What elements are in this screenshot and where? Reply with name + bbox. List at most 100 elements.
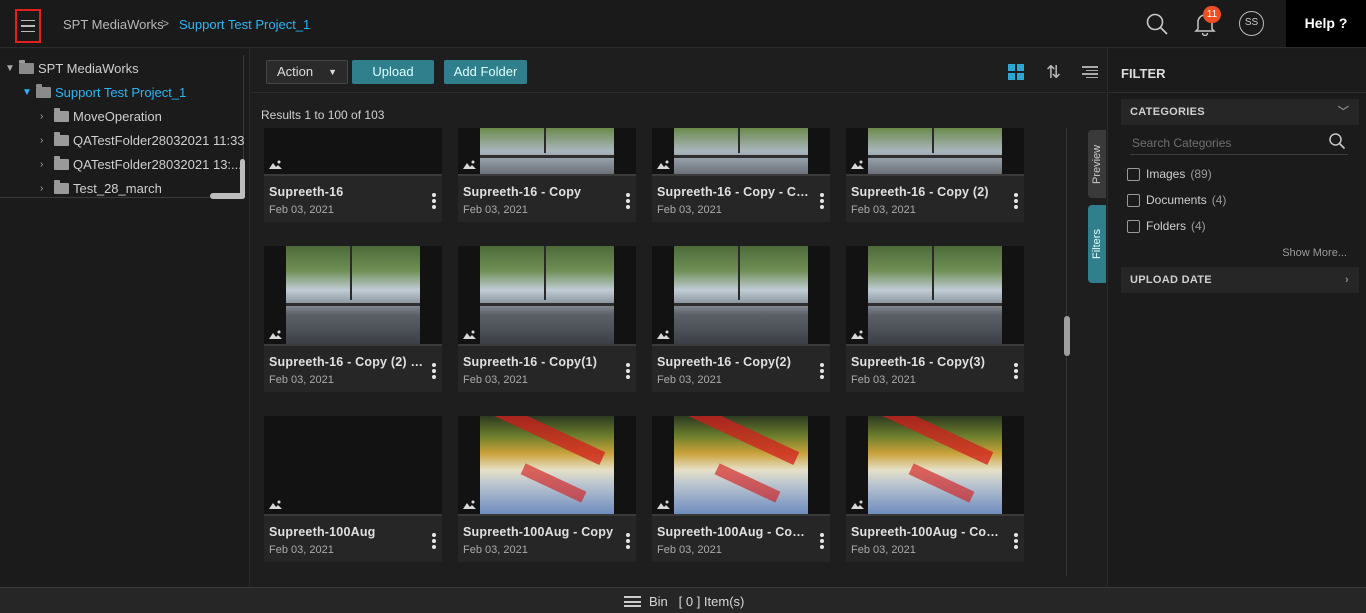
hamburger-menu-icon[interactable] xyxy=(15,9,41,43)
more-options-icon[interactable] xyxy=(432,533,436,549)
asset-thumbnail[interactable] xyxy=(264,246,442,344)
asset-card[interactable]: Supreeth-16 Feb 03, 2021 xyxy=(264,128,442,222)
asset-card[interactable]: Supreeth-16 - Copy(3) Feb 03, 2021 xyxy=(846,246,1024,392)
tree-item-qatestfolder-13[interactable]: › QATestFolder28032021 13:... xyxy=(40,154,242,174)
more-options-icon[interactable] xyxy=(626,363,630,379)
asset-card[interactable]: Supreeth-100Aug - Copy Feb 03, 2021 xyxy=(458,416,636,562)
asset-date: Feb 03, 2021 xyxy=(657,374,722,386)
search-icon[interactable] xyxy=(1145,12,1169,36)
list-view-icon[interactable] xyxy=(1082,66,1098,78)
asset-card[interactable]: Supreeth-16 - Copy (2) Feb 03, 2021 xyxy=(846,128,1024,222)
tree-horizontal-scrollbar[interactable] xyxy=(210,193,245,199)
more-options-icon[interactable] xyxy=(626,533,630,549)
checkbox[interactable] xyxy=(1127,193,1140,207)
asset-title[interactable]: Supreeth-16 - Copy xyxy=(458,176,618,202)
asset-card[interactable]: Supreeth-16 - Copy - Cop... Feb 03, 2021 xyxy=(652,128,830,222)
asset-title[interactable]: Supreeth-16 - Copy(3) xyxy=(846,346,1006,372)
show-more-link[interactable]: Show More... xyxy=(1282,247,1347,259)
asset-card[interactable]: Supreeth-16 - Copy(2) Feb 03, 2021 xyxy=(652,246,830,392)
help-button[interactable]: Help ? xyxy=(1286,0,1366,47)
more-options-icon[interactable] xyxy=(1014,533,1018,549)
asset-title[interactable]: Supreeth-100Aug - Copy xyxy=(458,516,618,542)
checkbox[interactable] xyxy=(1127,167,1140,181)
asset-thumbnail[interactable] xyxy=(458,128,636,174)
action-dropdown[interactable]: Action ▼ xyxy=(266,60,348,84)
more-options-icon[interactable] xyxy=(820,533,824,549)
caret-right-icon[interactable]: › xyxy=(40,183,52,194)
tree-item-project[interactable]: ▼ Support Test Project_1 xyxy=(22,82,186,102)
asset-date: Feb 03, 2021 xyxy=(851,204,916,216)
breadcrumb-root[interactable]: SPT MediaWorks xyxy=(63,17,164,32)
asset-title[interactable]: Supreeth-16 - Copy(2) xyxy=(652,346,812,372)
caret-right-icon[interactable]: › xyxy=(40,111,52,122)
upload-date-label: UPLOAD DATE xyxy=(1130,274,1212,286)
more-options-icon[interactable] xyxy=(432,363,436,379)
asset-thumbnail[interactable] xyxy=(458,416,636,514)
avatar[interactable]: SS xyxy=(1239,11,1264,36)
asset-thumbnail[interactable] xyxy=(264,416,442,514)
thumbnail-image xyxy=(480,128,614,174)
caret-down-icon[interactable]: ▼ xyxy=(5,63,17,74)
caret-right-icon[interactable]: › xyxy=(40,135,52,146)
asset-card[interactable]: Supreeth-16 - Copy(1) Feb 03, 2021 xyxy=(458,246,636,392)
tree-item-label: MoveOperation xyxy=(73,108,162,124)
tree-item-root[interactable]: ▼ SPT MediaWorks xyxy=(5,58,139,78)
sort-icon[interactable]: ⇅ xyxy=(1046,62,1064,82)
tree-item-test-28-march[interactable]: › Test_28_march xyxy=(40,178,162,198)
grid-view-icon[interactable] xyxy=(1008,64,1024,80)
checkbox[interactable] xyxy=(1127,219,1140,233)
asset-title[interactable]: Supreeth-16 xyxy=(264,176,424,202)
tree-item-moveoperation[interactable]: › MoveOperation xyxy=(40,106,162,126)
more-options-icon[interactable] xyxy=(1014,363,1018,379)
asset-thumbnail[interactable] xyxy=(652,416,830,514)
asset-title[interactable]: Supreeth-16 - Copy (2) - ... xyxy=(264,346,424,372)
asset-card[interactable]: Supreeth-100Aug - Copy ... Feb 03, 2021 xyxy=(652,416,830,562)
bin-label: Bin [ 0 ] Item(s) xyxy=(649,594,744,609)
tab-preview[interactable]: Preview xyxy=(1088,130,1106,198)
asset-title[interactable]: Supreeth-100Aug - Copy ... xyxy=(846,516,1006,542)
asset-thumbnail[interactable] xyxy=(458,246,636,344)
asset-title[interactable]: Supreeth-100Aug - Copy ... xyxy=(652,516,812,542)
more-options-icon[interactable] xyxy=(432,193,436,209)
asset-title[interactable]: Supreeth-16 - Copy (2) xyxy=(846,176,1006,202)
top-bar: SPT MediaWorks > Support Test Project_1 … xyxy=(0,0,1366,48)
thumbnail-image xyxy=(674,128,808,174)
asset-title[interactable]: Supreeth-16 - Copy(1) xyxy=(458,346,618,372)
asset-card[interactable]: Supreeth-16 - Copy Feb 03, 2021 xyxy=(458,128,636,222)
upload-button[interactable]: Upload xyxy=(352,60,434,84)
bin-bar[interactable]: Bin [ 0 ] Item(s) xyxy=(0,587,1366,613)
asset-thumbnail[interactable] xyxy=(846,128,1024,174)
more-options-icon[interactable] xyxy=(820,363,824,379)
asset-thumbnail[interactable] xyxy=(846,246,1024,344)
category-folders[interactable]: Folders (4) xyxy=(1127,218,1206,234)
categories-section-header[interactable]: CATEGORIES ﹀ xyxy=(1121,99,1359,125)
tree-item-label: Test_28_march xyxy=(73,180,162,196)
caret-down-icon: ▼ xyxy=(328,67,337,77)
category-images[interactable]: Images (89) xyxy=(1127,166,1212,182)
asset-thumbnail[interactable] xyxy=(846,416,1024,514)
category-search-input[interactable]: Search Categories xyxy=(1130,131,1348,155)
more-options-icon[interactable] xyxy=(1014,193,1018,209)
asset-title[interactable]: Supreeth-16 - Copy - Cop... xyxy=(652,176,812,202)
image-type-icon xyxy=(657,160,670,169)
asset-title[interactable]: Supreeth-100Aug xyxy=(264,516,424,542)
category-documents[interactable]: Documents (4) xyxy=(1127,192,1226,208)
upload-date-section-header[interactable]: UPLOAD DATE › xyxy=(1121,267,1359,293)
asset-thumbnail[interactable] xyxy=(652,246,830,344)
caret-right-icon[interactable]: › xyxy=(40,159,52,170)
asset-card[interactable]: Supreeth-100Aug Feb 03, 2021 xyxy=(264,416,442,562)
more-options-icon[interactable] xyxy=(626,193,630,209)
asset-thumbnail[interactable] xyxy=(652,128,830,174)
hamburger-icon[interactable] xyxy=(624,596,641,607)
add-folder-button[interactable]: Add Folder xyxy=(444,60,527,84)
asset-card[interactable]: Supreeth-16 - Copy (2) - ... Feb 03, 2021 xyxy=(264,246,442,392)
tab-filters[interactable]: Filters xyxy=(1088,205,1106,283)
caret-down-icon[interactable]: ▼ xyxy=(22,87,34,98)
asset-card[interactable]: Supreeth-100Aug - Copy ... Feb 03, 2021 xyxy=(846,416,1024,562)
asset-thumbnail[interactable] xyxy=(264,128,442,174)
grid-scrollbar[interactable] xyxy=(1064,316,1070,356)
tree-item-qatestfolder-1133[interactable]: › QATestFolder28032021 11:33 xyxy=(40,130,245,150)
more-options-icon[interactable] xyxy=(820,193,824,209)
search-icon[interactable] xyxy=(1328,132,1346,150)
asset-grid: Supreeth-16 Feb 03, 2021 Supreeth-16 - Cop… xyxy=(251,128,1066,578)
